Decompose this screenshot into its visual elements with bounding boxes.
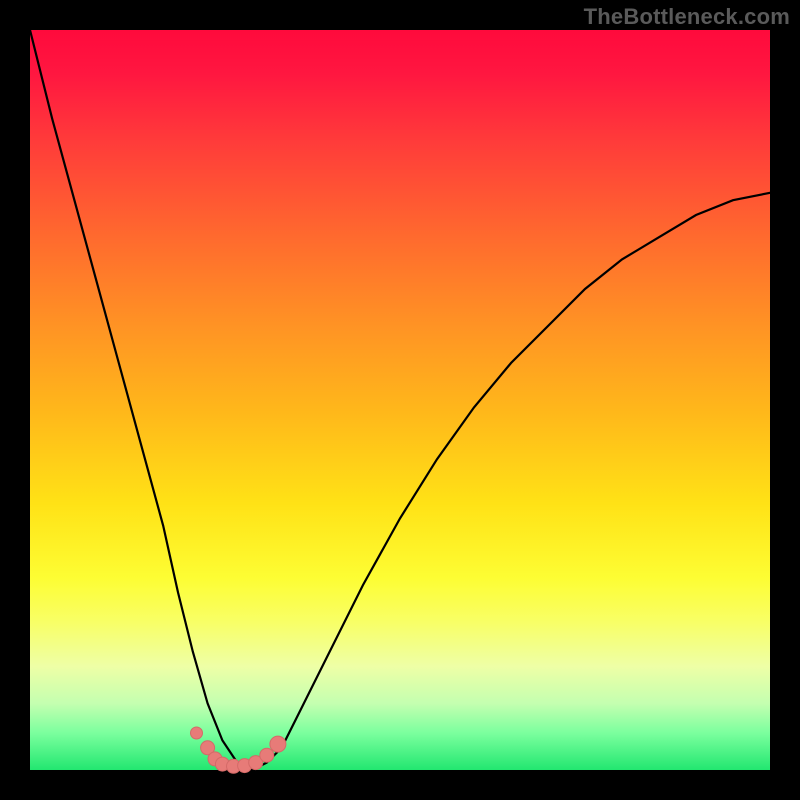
bottleneck-curve — [30, 30, 770, 770]
trough-dots-group — [191, 727, 286, 773]
watermark-text: TheBottleneck.com — [584, 4, 790, 30]
trough-dot — [191, 727, 203, 739]
trough-dot — [270, 736, 286, 752]
chart-frame: TheBottleneck.com — [0, 0, 800, 800]
chart-svg — [30, 30, 770, 770]
trough-dot — [260, 748, 274, 762]
